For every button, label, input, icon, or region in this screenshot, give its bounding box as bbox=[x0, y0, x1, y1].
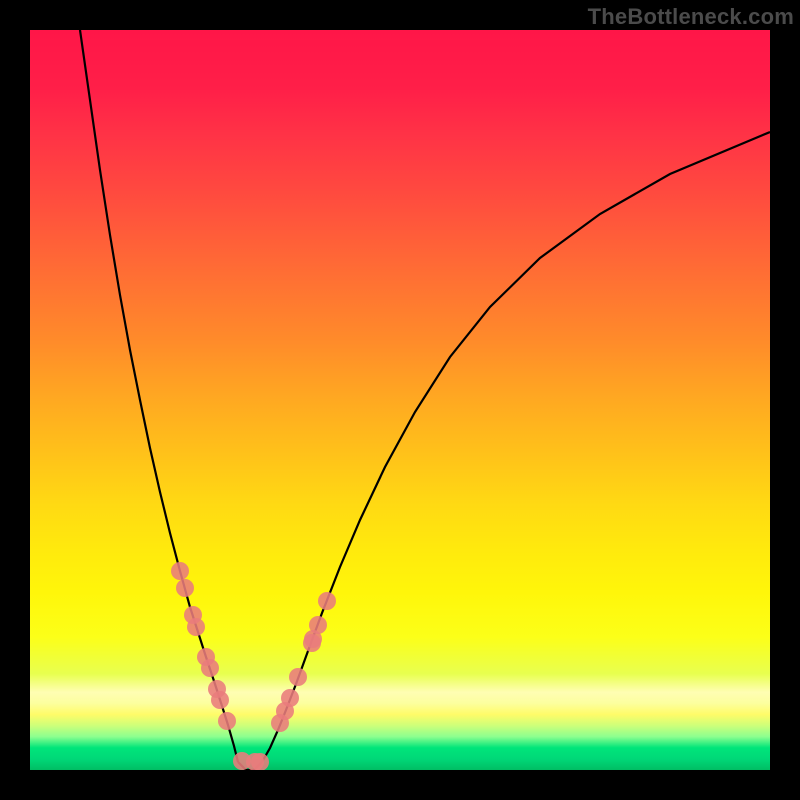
data-marker bbox=[201, 659, 219, 677]
curve-left bbox=[80, 30, 238, 762]
data-markers bbox=[171, 562, 336, 770]
data-marker bbox=[303, 634, 321, 652]
data-marker bbox=[187, 618, 205, 636]
data-marker bbox=[318, 592, 336, 610]
chart-frame: TheBottleneck.com bbox=[0, 0, 800, 800]
curves-svg bbox=[30, 30, 770, 770]
data-marker bbox=[171, 562, 189, 580]
data-marker bbox=[211, 691, 229, 709]
curve-right bbox=[262, 132, 770, 762]
data-marker bbox=[176, 579, 194, 597]
data-marker bbox=[309, 616, 327, 634]
plot-area bbox=[30, 30, 770, 770]
data-marker bbox=[289, 668, 307, 686]
data-marker bbox=[218, 712, 236, 730]
data-marker bbox=[281, 689, 299, 707]
watermark-text: TheBottleneck.com bbox=[588, 4, 794, 30]
